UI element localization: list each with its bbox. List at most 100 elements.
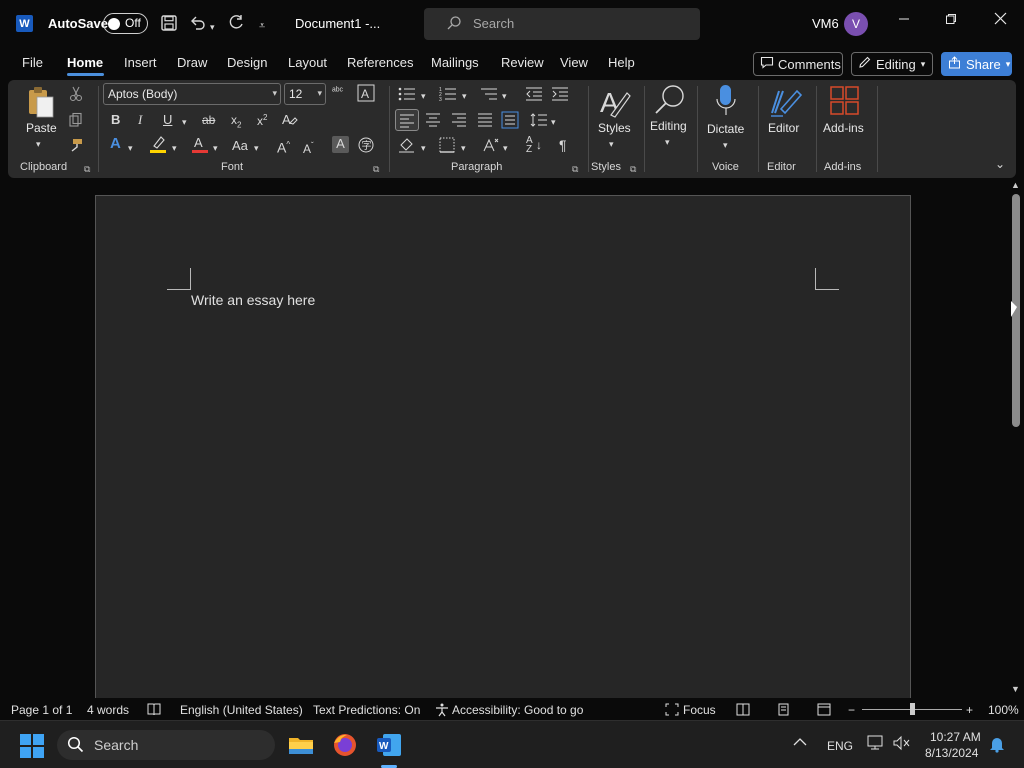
network-icon[interactable] <box>867 735 885 754</box>
text-effects-icon[interactable]: A <box>110 136 121 152</box>
shading-icon[interactable] <box>398 137 416 157</box>
scroll-up-icon[interactable]: ▲ <box>1011 180 1020 190</box>
tab-draw[interactable]: Draw <box>177 55 207 70</box>
zoom-level[interactable]: 100% <box>988 703 1019 717</box>
italic-icon[interactable]: I <box>138 112 142 128</box>
document-body-text[interactable]: Write an essay here <box>191 292 315 308</box>
shrink-font-icon[interactable]: Aˇ <box>303 138 314 157</box>
multilevel-list-icon[interactable] <box>480 86 498 106</box>
clear-formatting-icon[interactable]: A <box>282 111 298 131</box>
minimize-icon[interactable] <box>894 12 914 29</box>
collapse-ribbon-icon[interactable]: ⌄ <box>995 156 1005 172</box>
line-spacing-dropdown-icon[interactable]: ▾ <box>551 114 556 130</box>
justify-icon[interactable] <box>476 112 494 132</box>
highlight-icon[interactable] <box>149 135 167 157</box>
scroll-down-icon[interactable]: ▼ <box>1011 684 1020 694</box>
font-size-dropdown[interactable]: 12 ▾ <box>284 83 326 105</box>
subscript-icon[interactable]: x2 <box>231 112 241 133</box>
customize-toolbar-icon[interactable]: ⩡ <box>259 17 265 35</box>
accessibility-status[interactable]: Accessibility: Good to go <box>452 703 583 717</box>
vertical-scrollbar[interactable]: ▲ ▼ <box>1009 180 1023 698</box>
dictate-label[interactable]: Dictate <box>707 122 744 136</box>
distributed-icon[interactable] <box>501 111 519 133</box>
close-icon[interactable] <box>990 12 1010 29</box>
word-app-icon[interactable]: W <box>375 731 403 759</box>
avatar[interactable]: V <box>844 12 868 36</box>
tab-help[interactable]: Help <box>608 55 635 70</box>
line-spacing-icon[interactable] <box>530 112 548 132</box>
format-painter-icon[interactable] <box>68 137 84 157</box>
borders-icon[interactable] <box>439 137 455 157</box>
editing-label[interactable]: Editing <box>650 119 687 133</box>
undo-dropdown-icon[interactable]: ▾ <box>210 18 215 36</box>
document-title[interactable]: Document1 -... <box>295 16 380 31</box>
increase-indent-icon[interactable] <box>551 86 569 106</box>
search-input[interactable]: Search <box>424 8 700 40</box>
tab-insert[interactable]: Insert <box>124 55 157 70</box>
clipboard-launcher-icon[interactable]: ⧉ <box>84 164 90 175</box>
text-predictions-status[interactable]: Text Predictions: On <box>313 703 420 717</box>
font-color-icon[interactable]: A <box>192 135 208 157</box>
dictate-dropdown-icon[interactable]: ▾ <box>723 137 728 153</box>
print-layout-icon[interactable] <box>777 703 790 719</box>
clock-time[interactable]: 10:27 AM <box>930 730 981 744</box>
add-ins-icon[interactable] <box>830 86 860 120</box>
zoom-out-button[interactable]: − <box>848 703 855 717</box>
font-name-dropdown[interactable]: Aptos (Body) ▾ <box>103 83 281 105</box>
underline-icon[interactable]: U <box>163 112 172 128</box>
firefox-icon[interactable] <box>331 731 359 759</box>
share-button[interactable]: Share ▾ <box>941 52 1012 76</box>
superscript-icon[interactable]: x2 <box>257 110 267 129</box>
font-launcher-icon[interactable]: ⧉ <box>373 164 379 175</box>
tab-layout[interactable]: Layout <box>288 55 327 70</box>
clock-date[interactable]: 8/13/2024 <box>925 746 978 760</box>
character-border-icon[interactable]: A <box>357 84 375 106</box>
sort-icon[interactable]: AZ <box>526 136 533 155</box>
numbering-dropdown-icon[interactable]: ▾ <box>462 88 467 104</box>
redo-icon[interactable] <box>227 14 245 37</box>
zoom-slider-thumb[interactable] <box>910 703 915 715</box>
proofing-icon[interactable] <box>147 703 161 719</box>
text-effects-dropdown-icon[interactable]: ▾ <box>128 140 133 156</box>
accessibility-icon[interactable] <box>435 703 449 720</box>
find-icon[interactable] <box>653 83 687 121</box>
multilevel-dropdown-icon[interactable]: ▾ <box>502 88 507 104</box>
cut-icon[interactable] <box>69 86 83 106</box>
page-count[interactable]: Page 1 of 1 <box>11 703 72 717</box>
volume-muted-icon[interactable] <box>893 735 911 754</box>
styles-label[interactable]: Styles <box>598 121 631 135</box>
highlight-dropdown-icon[interactable]: ▾ <box>172 140 177 156</box>
editor-icon[interactable] <box>769 85 803 121</box>
file-explorer-icon[interactable] <box>287 731 315 759</box>
align-right-icon[interactable] <box>450 112 468 132</box>
align-center-icon[interactable] <box>424 112 442 132</box>
tab-view[interactable]: View <box>560 55 588 70</box>
align-left-icon[interactable] <box>395 109 419 131</box>
phonetic-guide-icon[interactable]: ᵃᵇᶜ <box>332 84 343 100</box>
focus-icon[interactable] <box>665 703 679 719</box>
notifications-icon[interactable] <box>989 735 1005 756</box>
paste-icon[interactable] <box>26 85 56 123</box>
language-status[interactable]: English (United States) <box>180 703 303 717</box>
comments-button[interactable]: Comments <box>753 52 843 76</box>
microphone-icon[interactable] <box>716 84 736 122</box>
show-hidden-icons-icon[interactable] <box>793 736 807 750</box>
editing-dropdown-icon[interactable]: ▾ <box>665 134 670 150</box>
show-formatting-marks-icon[interactable]: ¶ <box>559 137 567 153</box>
bullets-dropdown-icon[interactable]: ▾ <box>421 88 426 104</box>
tab-mailings[interactable]: Mailings <box>431 55 479 70</box>
change-case-dropdown-icon[interactable]: ▾ <box>254 140 259 156</box>
asian-layout-dropdown-icon[interactable]: ▾ <box>503 140 508 156</box>
document-page[interactable]: Write an essay here <box>95 195 911 698</box>
underline-dropdown-icon[interactable]: ▾ <box>182 114 187 130</box>
undo-icon[interactable] <box>189 14 207 37</box>
web-layout-icon[interactable] <box>817 703 831 719</box>
focus-mode[interactable]: Focus <box>683 703 716 717</box>
editor-label[interactable]: Editor <box>768 121 799 135</box>
zoom-in-button[interactable]: + <box>966 703 973 717</box>
change-case-icon[interactable]: Aa <box>232 138 248 154</box>
shading-dropdown-icon[interactable]: ▾ <box>421 140 426 156</box>
editing-mode-button[interactable]: Editing ▾ <box>851 52 933 76</box>
paste-label[interactable]: Paste <box>26 121 57 135</box>
input-language[interactable]: ENG <box>827 739 853 753</box>
